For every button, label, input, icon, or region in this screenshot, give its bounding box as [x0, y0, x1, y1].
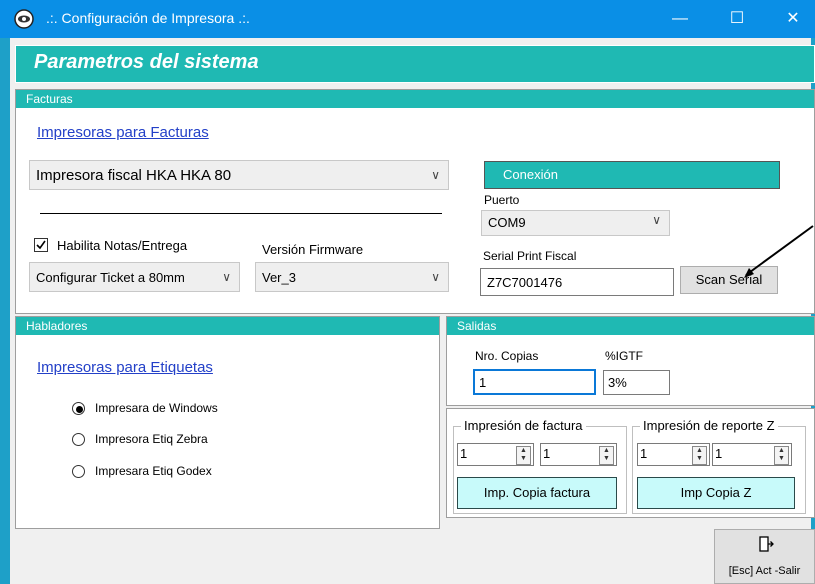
exit-button[interactable]: [Esc] Act -Salir — [714, 529, 815, 584]
reportez-group-label: Impresión de reporte Z — [640, 418, 778, 433]
chevron-down-icon: ∨ — [222, 270, 231, 284]
page-header: Parametros del sistema — [15, 45, 815, 83]
chevron-down-icon: ∨ — [431, 168, 440, 182]
radio-windows-label: Impresara de Windows — [95, 401, 218, 415]
factura-spinner-2-value: 1 — [543, 446, 551, 461]
radio-zebra-label: Impresora Etiq Zebra — [95, 432, 208, 446]
spinner-arrows-icon[interactable]: ▲ ▼ — [516, 446, 531, 465]
spinner-arrows-icon[interactable]: ▲ ▼ — [692, 446, 707, 465]
igtf-input[interactable]: 3% — [603, 370, 670, 395]
chevron-down-icon: ∨ — [431, 270, 440, 284]
radio-godex[interactable] — [72, 465, 85, 478]
etiquetas-printers-link[interactable]: Impresoras para Etiquetas — [37, 359, 213, 376]
spinner-arrows-icon[interactable]: ▲ ▼ — [599, 446, 614, 465]
checkmark-icon — [36, 240, 46, 250]
invoice-printer-value: Impresora fiscal HKA HKA 80 — [36, 167, 232, 184]
factura-spinner-1[interactable]: 1 ▲ ▼ — [457, 443, 534, 466]
facturas-header: Facturas — [16, 90, 814, 108]
salidas-header: Salidas — [447, 317, 814, 335]
invoice-printer-select[interactable]: Impresora fiscal HKA HKA 80 ∨ — [29, 160, 449, 190]
igtf-label: %IGTF — [605, 349, 643, 363]
firmware-label: Versión Firmware — [262, 242, 364, 257]
habilita-label: Habilita Notas/Entrega — [57, 238, 188, 253]
close-button[interactable]: ✕ — [770, 0, 815, 38]
copias-input[interactable]: 1 — [473, 369, 596, 395]
copias-label: Nro. Copias — [475, 349, 539, 363]
radio-windows[interactable] — [72, 402, 85, 415]
chevron-down-icon: ∨ — [652, 213, 661, 227]
page-title: Parametros del sistema — [34, 51, 259, 73]
port-value: COM9 — [488, 215, 526, 230]
habilita-checkbox[interactable] — [34, 238, 48, 252]
facturas-printers-link[interactable]: Impresoras para Facturas — [37, 124, 209, 141]
factura-spinner-2[interactable]: 1 ▲ ▼ — [540, 443, 617, 466]
title-bar[interactable]: .:. Configuración de Impresora .:. — ☐ ✕ — [0, 0, 815, 38]
firmware-select[interactable]: Ver_3 ∨ — [255, 262, 449, 292]
ticket-size-select[interactable]: Configurar Ticket a 80mm ∨ — [29, 262, 240, 292]
habladores-group: Habladores — [15, 316, 440, 529]
reportez-spinner-1[interactable]: 1 ▲ ▼ — [637, 443, 710, 466]
exit-button-label: [Esc] Act -Salir — [728, 565, 801, 577]
serial-input[interactable]: Z7C7001476 — [480, 268, 674, 296]
window-title: .:. Configuración de Impresora .:. — [46, 10, 250, 26]
puerto-label: Puerto — [484, 193, 520, 207]
habladores-header: Habladores — [16, 317, 439, 335]
spinner-arrows-icon[interactable]: ▲ ▼ — [774, 446, 789, 465]
annotation-arrow — [744, 225, 814, 278]
reportez-spinner-1-value: 1 — [640, 446, 648, 461]
reportez-spinner-2-value: 1 — [715, 446, 723, 461]
ticket-size-value: Configurar Ticket a 80mm — [36, 270, 185, 285]
firmware-value: Ver_3 — [262, 270, 296, 285]
radio-zebra[interactable] — [72, 433, 85, 446]
conexion-header: Conexión — [484, 161, 780, 189]
copia-z-button[interactable]: Imp Copia Z — [637, 477, 795, 509]
minimize-button[interactable]: — — [657, 0, 703, 38]
divider — [40, 213, 442, 214]
eye-icon — [14, 9, 34, 29]
exit-door-icon — [759, 536, 774, 552]
serial-label: Serial Print Fiscal — [483, 249, 577, 263]
factura-spinner-1-value: 1 — [460, 446, 468, 461]
maximize-button[interactable]: ☐ — [714, 0, 760, 38]
reportez-spinner-2[interactable]: 1 ▲ ▼ — [712, 443, 792, 466]
window-left-border — [0, 38, 10, 584]
copia-factura-button[interactable]: Imp. Copia factura — [457, 477, 617, 509]
port-select[interactable]: COM9 ∨ — [481, 210, 670, 236]
radio-godex-label: Impresara Etiq Godex — [95, 464, 212, 478]
factura-group-label: Impresión de factura — [461, 418, 586, 433]
